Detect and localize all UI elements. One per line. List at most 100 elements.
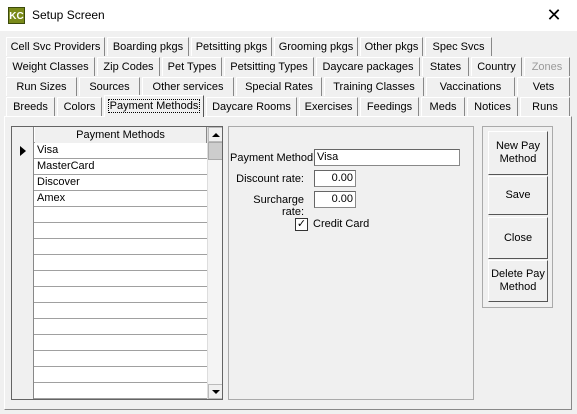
tab-vaccinations[interactable]: Vaccinations: [426, 77, 515, 96]
discount-rate-field[interactable]: 0.00: [314, 170, 356, 187]
row-selector[interactable]: [12, 223, 34, 239]
grid-vertical-scrollbar[interactable]: [207, 127, 222, 399]
save-button[interactable]: Save: [488, 176, 548, 215]
row-selector[interactable]: [12, 159, 34, 175]
row-selector[interactable]: [12, 175, 34, 191]
payment-method-cell[interactable]: Discover: [35, 175, 80, 190]
row-selector[interactable]: [12, 191, 34, 207]
close-button[interactable]: Close: [488, 217, 548, 259]
payment-method-cell[interactable]: [35, 207, 37, 222]
row-selector[interactable]: [12, 207, 34, 223]
table-row[interactable]: [12, 207, 207, 223]
table-row[interactable]: [12, 303, 207, 319]
tab-other-services[interactable]: Other services: [142, 77, 234, 96]
table-row[interactable]: Discover: [12, 175, 207, 191]
table-row[interactable]: [12, 383, 207, 399]
row-selector[interactable]: [12, 383, 34, 399]
table-row[interactable]: [12, 255, 207, 271]
payment-methods-grid[interactable]: Payment Methods Visa MasterCard Discover Am…: [11, 126, 223, 400]
grid-column-header[interactable]: Payment Methods: [35, 127, 207, 143]
row-selector[interactable]: [12, 319, 34, 335]
payment-method-cell[interactable]: [35, 271, 37, 286]
tab-petsitting-pkgs[interactable]: Petsitting pkgs: [191, 37, 272, 56]
row-selector[interactable]: [12, 335, 34, 351]
payment-method-cell[interactable]: [35, 383, 37, 398]
payment-method-cell[interactable]: [35, 303, 37, 318]
table-row[interactable]: MasterCard: [12, 159, 207, 175]
tab-pet-types[interactable]: Pet Types: [162, 57, 222, 76]
table-row[interactable]: [12, 367, 207, 383]
row-selector[interactable]: [12, 239, 34, 255]
tab-petsitting-types[interactable]: Petsitting Types: [224, 57, 314, 76]
tab-runs[interactable]: Runs: [520, 97, 570, 116]
tab-boarding-pkgs[interactable]: Boarding pkgs: [107, 37, 189, 56]
table-row[interactable]: Amex: [12, 191, 207, 207]
tab-sources[interactable]: Sources: [79, 77, 140, 96]
tab-run-sizes[interactable]: Run Sizes: [6, 77, 77, 96]
payment-method-cell[interactable]: Visa: [35, 143, 58, 158]
row-selector[interactable]: [12, 303, 34, 319]
credit-card-label: Credit Card: [313, 218, 370, 230]
row-selector[interactable]: [12, 143, 34, 159]
credit-card-checkbox[interactable]: ✓: [295, 218, 308, 231]
tab-breeds[interactable]: Breeds: [6, 97, 55, 116]
payment-method-cell[interactable]: [35, 319, 37, 334]
tab-grooming-pkgs[interactable]: Grooming pkgs: [274, 37, 358, 56]
tab-payment-methods[interactable]: Payment Methods: [104, 95, 204, 117]
table-row[interactable]: [12, 239, 207, 255]
row-selector[interactable]: [12, 367, 34, 383]
payment-method-cell[interactable]: [35, 287, 37, 302]
payment-method-cell[interactable]: Amex: [35, 191, 65, 206]
payment-method-cell[interactable]: [35, 367, 37, 382]
payment-method-cell[interactable]: [35, 239, 37, 254]
tab-notices[interactable]: Notices: [467, 97, 518, 116]
surcharge-rate-field[interactable]: 0.00: [314, 191, 356, 208]
tab-daycare-packages[interactable]: Daycare packages: [316, 57, 420, 76]
grid-header-row: Payment Methods: [12, 127, 207, 143]
payment-method-field[interactable]: Visa: [314, 149, 460, 166]
table-row[interactable]: [12, 319, 207, 335]
tab-zip-codes[interactable]: Zip Codes: [97, 57, 160, 76]
current-row-arrow-icon: [20, 146, 26, 156]
table-row[interactable]: Visa: [12, 143, 207, 159]
tab-country[interactable]: Country: [471, 57, 522, 76]
table-row[interactable]: [12, 271, 207, 287]
table-row[interactable]: [12, 335, 207, 351]
delete-pay-method-button[interactable]: Delete Pay Method: [488, 260, 548, 302]
tab-daycare-rooms[interactable]: Daycare Rooms: [206, 97, 297, 116]
row-selector[interactable]: [12, 287, 34, 303]
tab-exercises[interactable]: Exercises: [299, 97, 358, 116]
discount-rate-label: Discount rate:: [236, 173, 304, 185]
scroll-thumb[interactable]: [208, 142, 222, 160]
tab-feedings[interactable]: Feedings: [360, 97, 419, 116]
payment-method-cell[interactable]: [35, 223, 37, 238]
title-bar: KC Setup Screen ✕: [0, 0, 577, 32]
tab-special-rates[interactable]: Special Rates: [236, 77, 322, 96]
row-selector[interactable]: [12, 271, 34, 287]
payment-method-cell[interactable]: [35, 335, 37, 350]
table-row[interactable]: [12, 223, 207, 239]
payment-method-cell[interactable]: [35, 351, 37, 366]
scroll-up-arrow-icon[interactable]: [208, 127, 222, 142]
tab-spec-svcs[interactable]: Spec Svcs: [425, 37, 492, 56]
tab-other-pkgs[interactable]: Other pkgs: [360, 37, 423, 56]
tab-colors[interactable]: Colors: [57, 97, 102, 116]
close-window-button[interactable]: ✕: [531, 0, 577, 31]
scroll-down-arrow-icon[interactable]: [208, 384, 222, 399]
tab-weight-classes[interactable]: Weight Classes: [6, 57, 95, 76]
window-title: Setup Screen: [32, 8, 105, 22]
row-selector[interactable]: [12, 255, 34, 271]
app-icon: KC: [8, 7, 25, 24]
tab-cell-svc-providers[interactable]: Cell Svc Providers: [6, 37, 105, 56]
new-pay-method-button[interactable]: New Pay Method: [488, 131, 548, 175]
tab-vets[interactable]: Vets: [517, 77, 570, 96]
payment-method-label: Payment Method:: [230, 152, 317, 164]
tab-states[interactable]: States: [422, 57, 469, 76]
row-selector[interactable]: [12, 351, 34, 367]
payment-method-cell[interactable]: MasterCard: [35, 159, 94, 174]
tab-meds[interactable]: Meds: [421, 97, 465, 116]
table-row[interactable]: [12, 351, 207, 367]
payment-method-cell[interactable]: [35, 255, 37, 270]
table-row[interactable]: [12, 287, 207, 303]
tab-training-classes[interactable]: Training Classes: [324, 77, 424, 96]
